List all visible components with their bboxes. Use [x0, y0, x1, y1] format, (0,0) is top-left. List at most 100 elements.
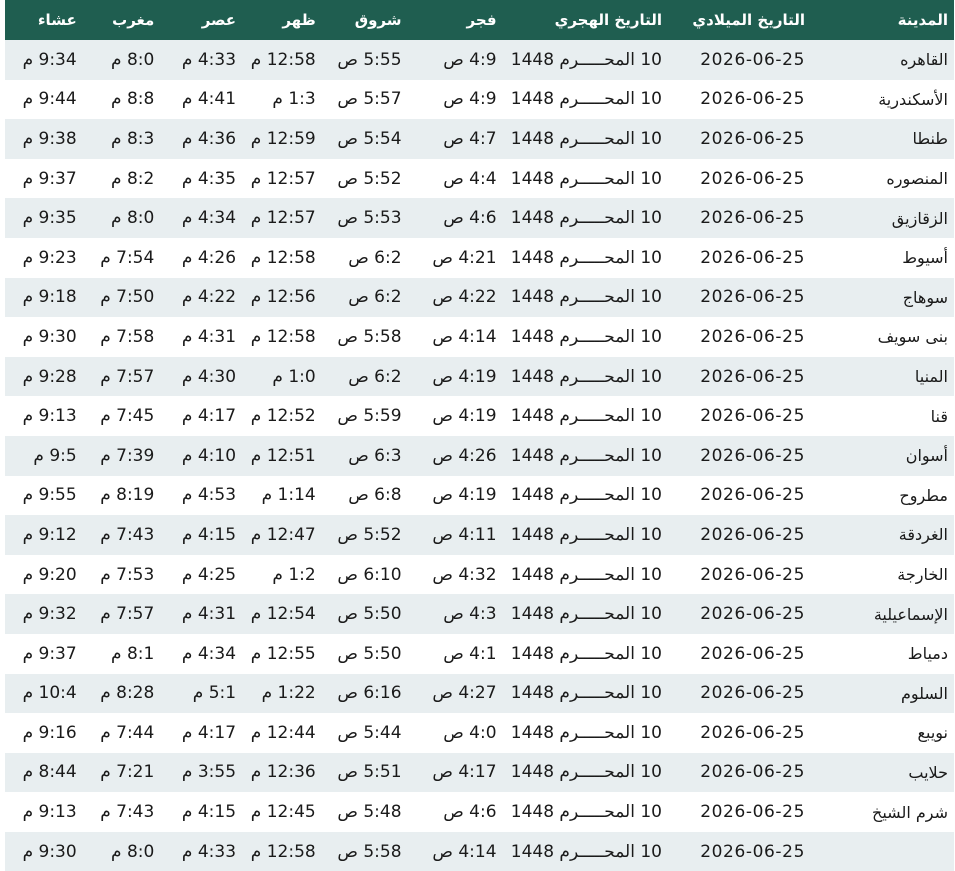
table-row: الإسماعيلية 2026-06-25 10 المحـــــرم 1448… — [5, 594, 954, 634]
cell-city: الغردقة — [898, 525, 948, 545]
cell-sunrise: 5:53 ص — [337, 208, 402, 229]
cell-hijri-date: 10 المحـــــرم 1448 — [510, 841, 662, 862]
cell-maghrib: 8:19 م — [100, 485, 155, 506]
table-row: الغردقة 2026-06-25 10 المحـــــرم 1448 4:11… — [5, 515, 954, 555]
cell-fajr: 4:9 ص — [443, 49, 497, 70]
cell-maghrib: 8:0 م — [111, 841, 155, 862]
cell-city — [811, 832, 954, 871]
cell-isha: 9:38 م — [22, 128, 77, 149]
cell-hijri-date: 10 المحـــــرم 1448 — [510, 445, 662, 466]
cell-sunrise: 5:54 ص — [337, 128, 402, 149]
cell-gregorian-date: 2026-06-25 — [700, 841, 805, 862]
cell-dhuhr: 12:59 م — [250, 128, 316, 149]
cell-sunrise: 5:58 ص — [337, 326, 402, 347]
header-asr: عصر — [201, 11, 237, 29]
table-row: الزقازيق 2026-06-25 10 المحـــــرم 1448 4:6… — [5, 198, 954, 238]
cell-gregorian-date: 2026-06-25 — [700, 604, 805, 625]
cell-fajr: 4:19 ص — [432, 406, 497, 427]
cell-city: المنصوره — [886, 169, 948, 189]
cell-asr: 4:15 م — [181, 802, 237, 823]
cell-hijri-date: 10 المحـــــرم 1448 — [510, 168, 662, 189]
cell-isha: 9:13 م — [22, 802, 77, 823]
cell-gregorian-date: 2026-06-25 — [700, 287, 805, 308]
table-row: نويبع 2026-06-25 10 المحـــــرم 1448 4:0 ص 5… — [5, 713, 954, 753]
cell-sunrise: 6:2 ص — [348, 287, 402, 308]
header-gregorian-date: التاريخ الميلادي — [692, 11, 805, 29]
cell-sunrise: 5:51 ص — [337, 762, 402, 783]
cell-city: المنيا — [914, 367, 948, 387]
cell-gregorian-date: 2026-06-25 — [700, 208, 805, 229]
cell-gregorian-date: 2026-06-25 — [700, 643, 805, 664]
cell-fajr: 4:19 ص — [432, 366, 497, 387]
cell-isha: 9:34 م — [22, 49, 77, 70]
cell-asr: 4:22 م — [181, 287, 237, 308]
table-row: دمياط 2026-06-25 10 المحـــــرم 1448 4:1 ص 5… — [5, 633, 954, 674]
cell-city: حلايب — [908, 762, 948, 782]
cell-sunrise: 5:59 ص — [337, 406, 402, 427]
cell-hijri-date: 10 المحـــــرم 1448 — [510, 802, 662, 823]
cell-asr: 5:1 م — [192, 683, 237, 704]
table-row: أسوان 2026-06-25 10 المحـــــرم 1448 4:26 ص… — [5, 435, 954, 476]
cell-asr: 4:34 م — [181, 208, 237, 229]
cell-sunrise: 5:50 ص — [337, 604, 402, 625]
cell-gregorian-date: 2026-06-25 — [700, 683, 805, 704]
cell-fajr: 4:6 ص — [443, 208, 497, 229]
cell-city: شرم الشيخ — [872, 802, 948, 822]
cell-hijri-date: 10 المحـــــرم 1448 — [510, 604, 662, 625]
cell-isha: 9:37 م — [22, 168, 77, 189]
cell-sunrise: 5:48 ص — [337, 802, 402, 823]
cell-hijri-date: 10 المحـــــرم 1448 — [510, 49, 662, 70]
cell-fajr: 4:26 ص — [432, 445, 497, 466]
cell-city: دمياط — [907, 644, 948, 664]
cell-isha: 9:13 م — [22, 406, 77, 427]
cell-asr: 4:25 م — [181, 564, 237, 585]
cell-sunrise: 6:16 ص — [337, 683, 402, 704]
cell-asr: 4:36 م — [181, 128, 237, 149]
cell-gregorian-date: 2026-06-25 — [700, 762, 805, 783]
cell-maghrib: 8:3 م — [111, 128, 155, 149]
cell-dhuhr: 12:57 م — [250, 208, 316, 229]
cell-fajr: 4:17 ص — [432, 762, 497, 783]
table-row: مطروح 2026-06-25 10 المحـــــرم 1448 4:19 ص… — [5, 475, 954, 516]
cell-asr: 4:34 م — [181, 643, 237, 664]
cell-asr: 4:53 م — [181, 485, 237, 506]
cell-dhuhr: 1:0 م — [272, 366, 316, 387]
cell-dhuhr: 1:2 م — [272, 564, 316, 585]
cell-isha: 9:44 م — [22, 89, 77, 110]
cell-maghrib: 7:57 م — [100, 604, 155, 625]
cell-hijri-date: 10 المحـــــرم 1448 — [510, 247, 662, 268]
cell-hijri-date: 10 المحـــــرم 1448 — [510, 762, 662, 783]
cell-maghrib: 8:2 م — [111, 168, 155, 189]
cell-gregorian-date: 2026-06-25 — [700, 406, 805, 427]
cell-city: الزقازيق — [891, 208, 948, 228]
header-isha: عشاء — [37, 11, 77, 29]
cell-maghrib: 7:58 م — [100, 326, 155, 347]
cell-gregorian-date: 2026-06-25 — [700, 89, 805, 110]
cell-maghrib: 8:8 م — [111, 89, 155, 110]
cell-fajr: 4:7 ص — [443, 128, 497, 149]
cell-isha: 9:32 م — [22, 604, 77, 625]
table-row: المنيا 2026-06-25 10 المحـــــرم 1448 4:19 … — [5, 356, 954, 397]
cell-hijri-date: 10 المحـــــرم 1448 — [510, 326, 662, 347]
cell-maghrib: 7:43 م — [100, 524, 155, 545]
cell-dhuhr: 12:58 م — [250, 841, 316, 862]
cell-hijri-date: 10 المحـــــرم 1448 — [510, 208, 662, 229]
cell-fajr: 4:21 ص — [432, 247, 497, 268]
cell-city: السلوم — [900, 683, 948, 703]
cell-isha: 9:5 م — [33, 445, 77, 466]
cell-fajr: 4:0 ص — [443, 722, 497, 743]
cell-fajr: 4:14 ص — [432, 326, 497, 347]
header-fajr: فجر — [466, 11, 497, 29]
cell-maghrib: 7:44 م — [100, 722, 155, 743]
table-row: شرم الشيخ 2026-06-25 10 المحـــــرم 1448 4:… — [5, 792, 954, 832]
cell-isha: 9:18 م — [22, 287, 77, 308]
cell-gregorian-date: 2026-06-25 — [700, 128, 805, 149]
cell-sunrise: 6:2 ص — [348, 366, 402, 387]
cell-fajr: 4:3 ص — [443, 604, 497, 625]
cell-gregorian-date: 2026-06-25 — [700, 802, 805, 823]
cell-city: الإسماعيلية — [873, 604, 948, 624]
cell-asr: 4:17 م — [181, 722, 237, 743]
cell-city: سوهاج — [902, 287, 948, 307]
cell-asr: 4:15 م — [181, 524, 237, 545]
cell-dhuhr: 12:58 م — [250, 326, 316, 347]
